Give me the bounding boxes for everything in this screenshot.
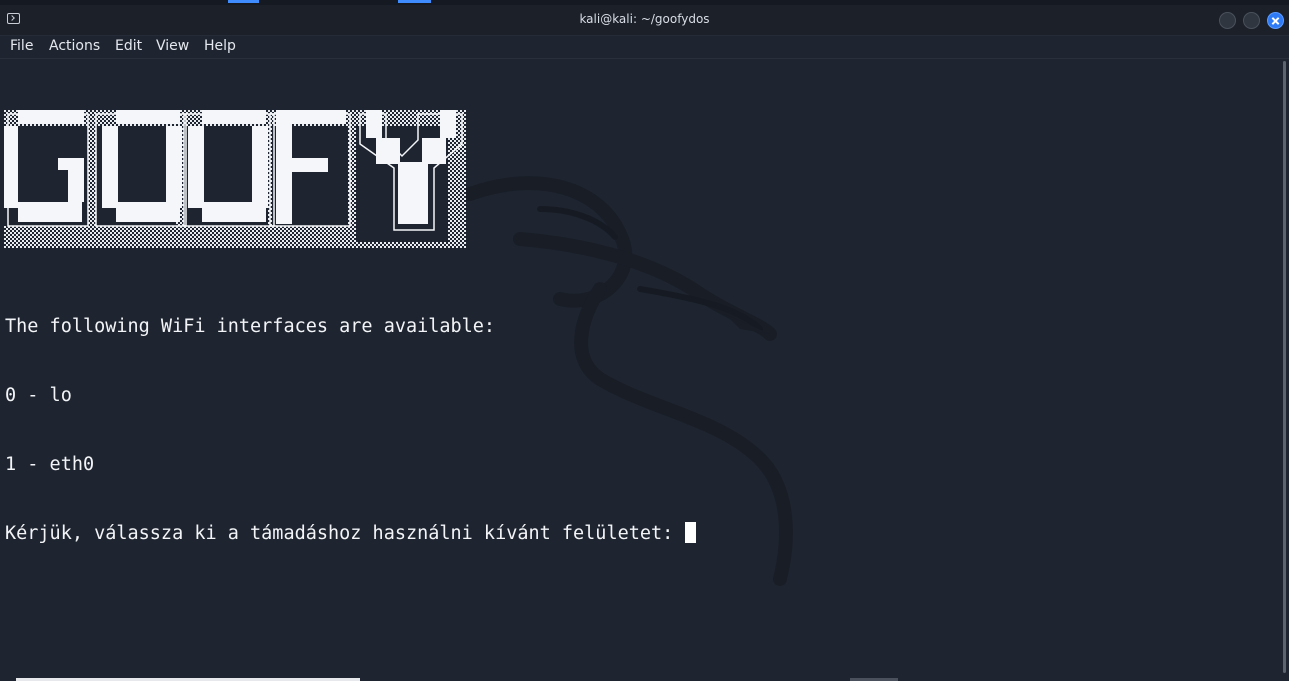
menu-bar: File Actions Edit View Help xyxy=(0,36,1289,59)
minimize-button[interactable] xyxy=(1219,12,1236,29)
output-line: 0 - lo xyxy=(5,385,72,406)
goofy-ascii-banner xyxy=(4,110,466,248)
workspace-indicator[interactable] xyxy=(228,0,259,3)
window-title: kali@kali: ~/goofydos xyxy=(579,12,710,26)
output-line: 1 - eth0 xyxy=(5,454,95,475)
terminal-window: kali@kali: ~/goofydos File Actions Edit … xyxy=(0,0,1289,681)
close-button[interactable] xyxy=(1267,12,1284,29)
menu-actions[interactable]: Actions xyxy=(49,38,100,54)
scrollbar-thumb[interactable] xyxy=(1283,61,1286,673)
vertical-scrollbar[interactable] xyxy=(1281,59,1289,681)
terminal-text: The following WiFi interfaces are availa… xyxy=(5,269,697,591)
terminal-output-area[interactable]: The following WiFi interfaces are availa… xyxy=(0,59,1281,681)
workspace-indicator[interactable] xyxy=(398,0,431,3)
menu-edit[interactable]: Edit xyxy=(115,38,142,54)
menu-file[interactable]: File xyxy=(10,38,33,54)
output-line: The following WiFi interfaces are availa… xyxy=(5,316,496,337)
menu-view[interactable]: View xyxy=(156,38,189,54)
maximize-button[interactable] xyxy=(1243,12,1260,29)
menu-help[interactable]: Help xyxy=(204,38,236,54)
text-cursor xyxy=(685,522,697,543)
prompt-line[interactable]: Kérjük, válassza ki a támadáshoz használ… xyxy=(5,522,697,545)
title-bar[interactable]: kali@kali: ~/goofydos xyxy=(0,5,1289,36)
prompt-text: Kérjük, válassza ki a támadáshoz használ… xyxy=(5,523,685,544)
